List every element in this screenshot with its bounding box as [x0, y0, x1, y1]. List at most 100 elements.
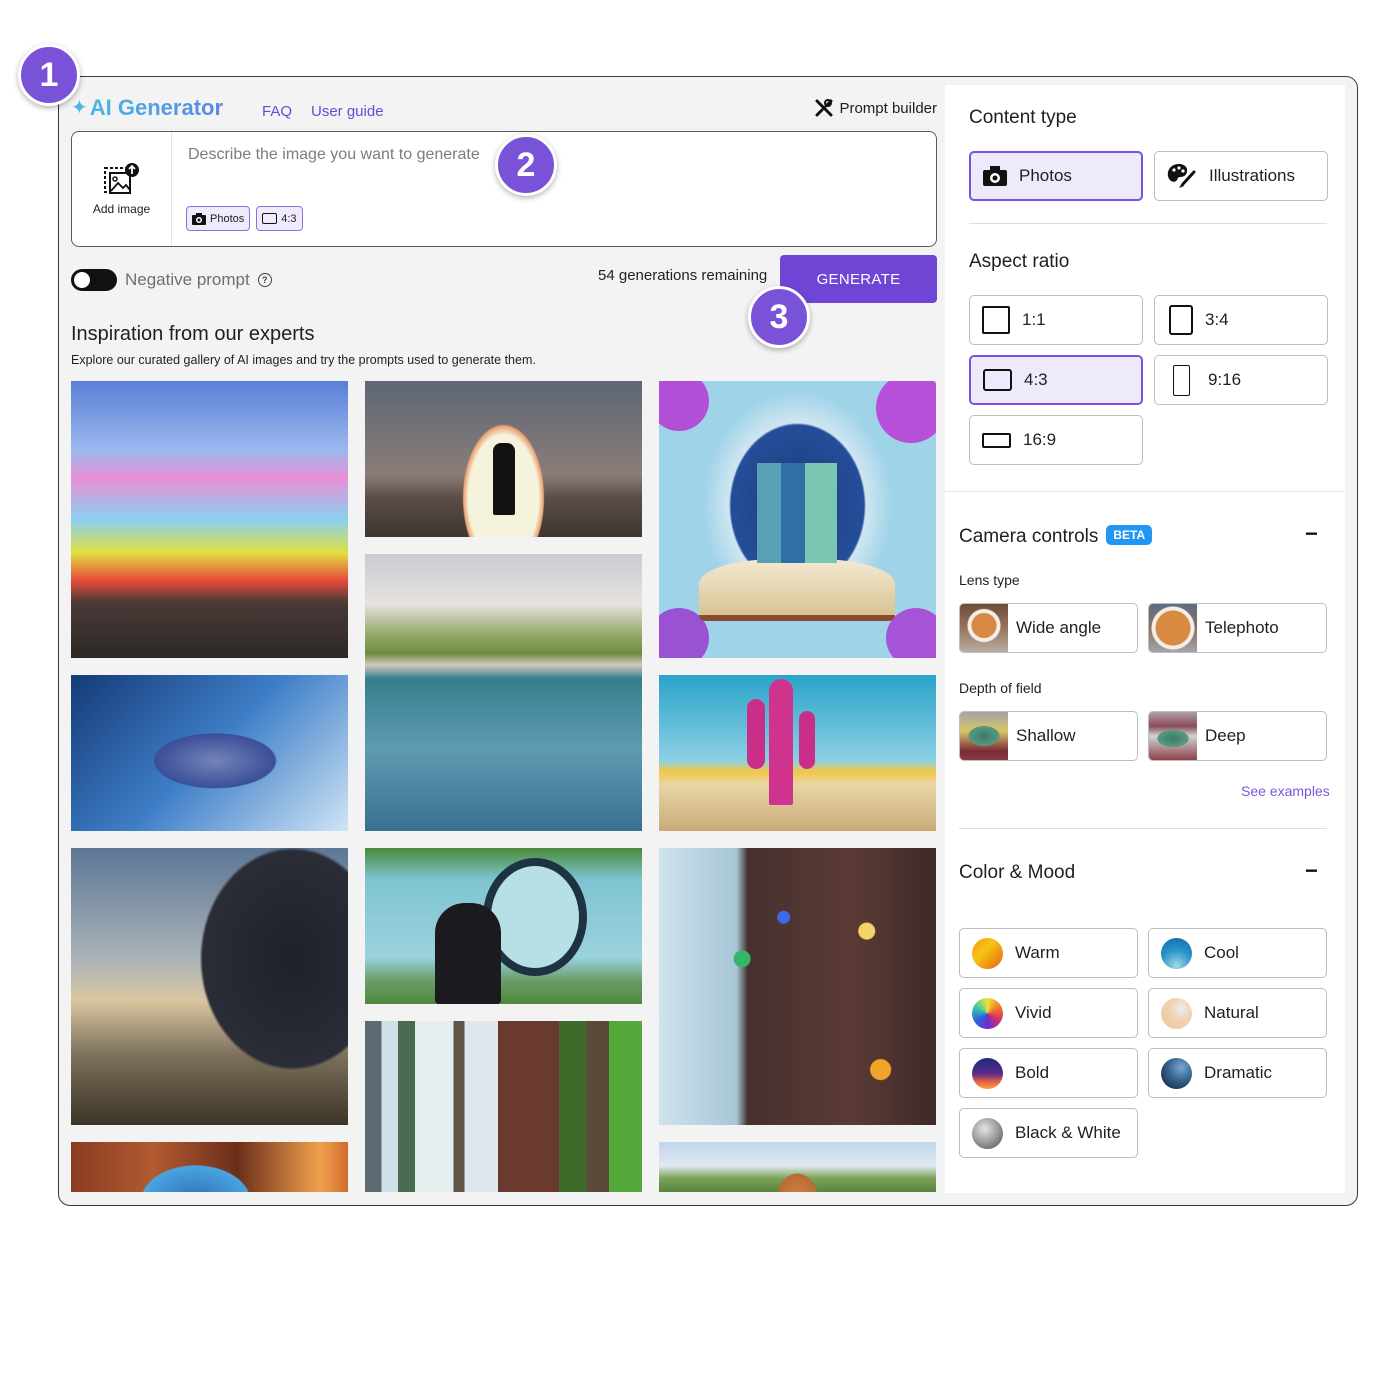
add-image-icon [103, 163, 139, 194]
brand-title: AI Generator [89, 95, 224, 120]
settings-panel: Content type Photos Illustrations Aspect… [945, 85, 1345, 1193]
warm-swatch-icon [972, 937, 1003, 969]
inspiration-title: Inspiration from our experts [71, 323, 315, 345]
gallery-image-sneaker[interactable] [71, 675, 348, 831]
mood-dramatic[interactable]: Dramatic [1148, 1048, 1327, 1098]
gallery-image-rainbow-cloud[interactable] [71, 381, 348, 658]
gallery-image-mirror-rainbow[interactable] [365, 848, 642, 1004]
generate-button[interactable]: GENERATE [780, 255, 937, 303]
negative-prompt-label: Negative prompt [125, 270, 250, 289]
aspect-1-1[interactable]: 1:1 [969, 295, 1143, 345]
negative-prompt-row: Negative prompt ? [71, 269, 272, 291]
flower-tl [659, 381, 709, 431]
collapse-color-mood[interactable]: − [1305, 858, 1318, 884]
add-image-label: Add image [92, 202, 151, 216]
cactus [769, 679, 793, 805]
ratio-16-9-icon [982, 432, 1011, 448]
depth-of-field-label: Depth of field [959, 680, 1042, 696]
gallery-image-camera-lens[interactable] [71, 1142, 348, 1192]
lens-wide-angle-label: Wide angle [1016, 618, 1102, 637]
chip-aspect-label: 4:3 [281, 212, 297, 225]
deep-thumbnail [1149, 712, 1197, 760]
aspect-16-9-label: 16:9 [1023, 430, 1057, 449]
toggle-knob [74, 272, 90, 288]
content-type-illustrations-label: Illustrations [1209, 166, 1295, 185]
mood-cool[interactable]: Cool [1148, 928, 1327, 978]
gallery-image-arch-silhouette[interactable] [365, 381, 642, 537]
prompt-chips: Photos 4:3 [186, 206, 303, 231]
camera-controls-label: Camera controls [959, 526, 1099, 547]
divider [945, 491, 1345, 492]
prompt-builder-button[interactable]: Prompt builder [815, 99, 937, 117]
dof-shallow[interactable]: Shallow [959, 711, 1138, 761]
inspiration-subtitle: Explore our curated gallery of AI images… [71, 353, 536, 367]
gallery-image-book-city[interactable] [659, 381, 936, 658]
aspect-ratio-title: Aspect ratio [969, 251, 1070, 272]
see-examples-link[interactable]: See examples [1241, 783, 1330, 799]
mood-warm[interactable]: Warm [959, 928, 1138, 978]
prompt-builder-label: Prompt builder [839, 99, 937, 117]
bold-swatch-icon [972, 1057, 1003, 1089]
bw-swatch-icon [972, 1117, 1003, 1149]
dof-shallow-label: Shallow [1016, 726, 1076, 745]
gallery-image-forest-bookshelf[interactable] [365, 1021, 642, 1192]
mood-vivid-label: Vivid [1015, 1003, 1052, 1022]
step-marker-1: 1 [18, 44, 80, 106]
cactus-arm-l [747, 699, 765, 769]
user-guide-link[interactable]: User guide [311, 103, 384, 120]
chip-aspect[interactable]: 4:3 [256, 206, 303, 231]
faq-link[interactable]: FAQ [262, 103, 292, 120]
step-marker-2: 2 [495, 134, 557, 196]
mood-cool-label: Cool [1204, 943, 1239, 962]
content-type-title: Content type [969, 107, 1077, 128]
content-type-illustrations[interactable]: Illustrations [1154, 151, 1328, 201]
gallery-image-city-bokeh[interactable] [659, 848, 936, 1125]
book [699, 559, 895, 621]
tools-icon [815, 99, 833, 117]
gallery-image-horse[interactable] [71, 848, 348, 1125]
color-mood-title: Color & Mood [959, 862, 1076, 883]
gallery-image-cactus[interactable] [659, 675, 936, 831]
woman-hair [435, 903, 501, 1004]
aspect-3-4[interactable]: 3:4 [1154, 295, 1328, 345]
add-image-button[interactable]: Add image [72, 132, 172, 246]
aspect-4-3[interactable]: 4:3 [969, 355, 1143, 405]
gallery-image-corgi[interactable] [659, 1142, 936, 1192]
flower-tr [876, 381, 936, 443]
main-area: ✦ AI Generator FAQ User guide Prompt bui… [71, 77, 937, 1192]
sparkle-icon: ✦ [71, 97, 88, 119]
collapse-camera-controls[interactable]: − [1305, 521, 1318, 547]
ratio-4-3-icon [983, 369, 1012, 391]
lens-wide-angle[interactable]: Wide angle [959, 603, 1138, 653]
telephoto-thumbnail [1149, 604, 1197, 652]
palette-icon [1167, 164, 1196, 188]
mood-vivid[interactable]: Vivid [959, 988, 1138, 1038]
beta-badge: BETA [1106, 525, 1153, 545]
aspect-16-9[interactable]: 16:9 [969, 415, 1143, 465]
content-type-photos-label: Photos [1019, 166, 1072, 185]
generations-remaining: 54 generations remaining [598, 267, 768, 284]
shallow-thumbnail [960, 712, 1008, 760]
ratio-3-4-icon [1169, 305, 1193, 335]
ratio-9-16-icon [1173, 364, 1190, 396]
camera-icon [983, 166, 1007, 186]
mood-warm-label: Warm [1015, 943, 1060, 962]
mood-bold[interactable]: Bold [959, 1048, 1138, 1098]
content-type-photos[interactable]: Photos [969, 151, 1143, 201]
gallery-image-pool[interactable] [365, 554, 642, 831]
mood-natural-label: Natural [1204, 1003, 1259, 1022]
aspect-3-4-label: 3:4 [1205, 310, 1229, 329]
mood-black-white[interactable]: Black & White [959, 1108, 1138, 1158]
cactus-arm-r [799, 711, 815, 769]
dof-deep[interactable]: Deep [1148, 711, 1327, 761]
help-icon[interactable]: ? [257, 273, 272, 287]
ratio-1-1-icon [982, 306, 1010, 334]
aspect-9-16[interactable]: 9:16 [1154, 355, 1328, 405]
mood-black-white-label: Black & White [1015, 1123, 1121, 1142]
mood-natural[interactable]: Natural [1148, 988, 1327, 1038]
camera-controls-title: Camera controls BETA [959, 525, 1153, 548]
negative-prompt-toggle[interactable] [71, 269, 117, 291]
chip-photos[interactable]: Photos [186, 206, 251, 231]
divider [969, 223, 1327, 224]
lens-telephoto[interactable]: Telephoto [1148, 603, 1327, 653]
